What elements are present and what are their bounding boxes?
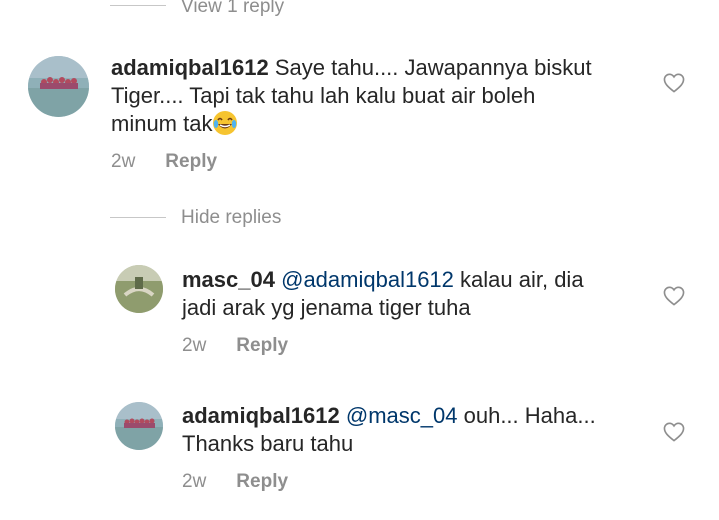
reply-body: adamiqbal1612 @masc_04 ouh... Haha... Th… [182, 402, 642, 458]
heart-outline-icon[interactable] [663, 286, 685, 306]
mention-link[interactable]: @masc_04 [346, 403, 458, 428]
reply-text-line: Thanks baru tahu [182, 431, 354, 456]
reply-button[interactable]: Reply [165, 151, 217, 172]
avatar[interactable] [115, 265, 163, 313]
reply-body: masc_04 @adamiqbal1612 kalau air, dia ja… [182, 266, 642, 322]
avatar[interactable] [28, 56, 89, 117]
comment-body: adamiqbal1612 Saye tahu.... Jawapannya b… [111, 54, 651, 138]
hide-replies-button[interactable]: Hide replies [181, 207, 281, 229]
avatar[interactable] [115, 402, 163, 450]
comment-username[interactable]: adamiqbal1612 [111, 55, 269, 80]
comment-text-line: Tiger.... Tapi tak tahu lah kalu buat ai… [111, 83, 536, 108]
heart-outline-icon[interactable] [663, 73, 685, 93]
reply-text-line: jadi arak yg jenama tiger tuha [182, 295, 471, 320]
comment-text-line: minum tak [111, 111, 213, 136]
view-replies-button[interactable]: View 1 reply [181, 0, 284, 18]
comment-meta: 2w Reply [111, 151, 217, 173]
reply-meta: 2w Reply [182, 335, 288, 357]
reply-username[interactable]: masc_04 [182, 267, 275, 292]
reply-button[interactable]: Reply [236, 471, 288, 492]
comment-time: 2w [111, 151, 136, 172]
reply-meta: 2w Reply [182, 471, 288, 493]
reply-time: 2w [182, 471, 207, 492]
reply-username[interactable]: adamiqbal1612 [182, 403, 340, 428]
comment-text-line: Saye tahu.... Jawapannya biskut [274, 55, 592, 80]
reply-button[interactable]: Reply [236, 335, 288, 356]
hide-replies-divider [110, 217, 166, 218]
reply-text-line: kalau air, dia [460, 267, 584, 292]
laughing-emoji-icon [212, 110, 238, 136]
view-replies-divider [110, 5, 166, 6]
reply-time: 2w [182, 335, 207, 356]
heart-outline-icon[interactable] [663, 422, 685, 442]
mention-link[interactable]: @adamiqbal1612 [281, 267, 454, 292]
reply-text-line: ouh... Haha... [463, 403, 596, 428]
